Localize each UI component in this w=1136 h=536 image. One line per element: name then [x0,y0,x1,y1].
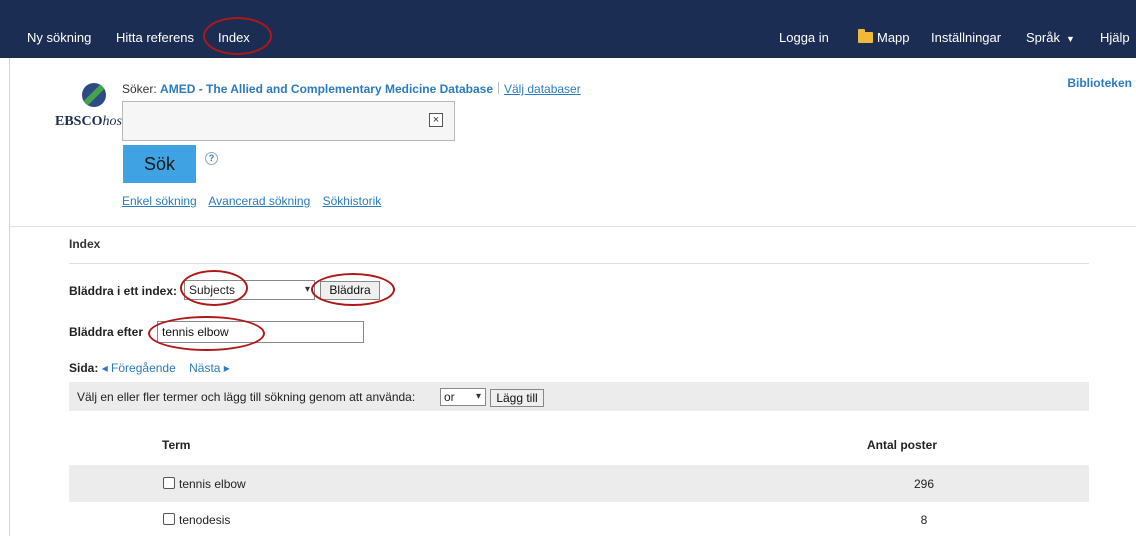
library-link[interactable]: Biblioteken [1067,76,1132,90]
caret-down-icon: ▼ [1065,34,1075,44]
folder-icon [858,29,873,43]
browse-index-label: Bläddra i ett index: [69,284,178,298]
search-button[interactable]: Sök [123,145,196,183]
database-name: AMED - The Allied and Complementary Medi… [160,82,493,96]
nav-index[interactable]: Index [218,30,250,45]
ebsco-logo-icon [82,83,106,107]
basic-search-link[interactable]: Enkel sökning [122,194,197,208]
operator-select[interactable]: or ▾ [440,388,486,406]
record-count-column-header: Antal poster [867,438,938,452]
nav-new-search[interactable]: Ny sökning [27,30,91,45]
record-count: 8 [920,513,928,527]
search-mode-links: Enkel sökning Avancerad sökning Sökhisto… [122,194,390,208]
nav-find-citation[interactable]: Hitta referens [116,30,194,45]
header-divider [10,226,1136,227]
top-navigation-bar: Ny sökning Hitta referens Index Logga in… [0,0,1136,58]
choose-databases-link[interactable]: Välj databaser [504,82,581,96]
left-border [9,58,10,536]
term-checkbox[interactable] [163,477,175,489]
term-checkbox[interactable] [163,513,175,525]
search-history-link[interactable]: Sökhistorik [323,194,382,208]
nav-folder[interactable]: Mapp [858,29,910,45]
nav-help[interactable]: Hjälp [1100,30,1130,45]
browse-button[interactable]: Bläddra [320,281,380,300]
term-column-header: Term [162,438,191,452]
ebsco-logo-text: EBSCOhost [55,114,126,129]
table-row: tennis elbow 296 [69,465,1089,502]
index-select[interactable]: Subjects ▾ [184,280,315,300]
nav-language[interactable]: Språk ▼ [1026,30,1075,45]
term-label[interactable]: tennis elbow [179,477,246,491]
searching-database-label: Söker: AMED - The Allied and Complementa… [122,82,581,96]
index-divider [69,263,1089,264]
add-terms-instruction: Välj en eller fler termer och lägg till … [77,390,416,404]
record-count: 296 [914,477,935,491]
nav-login[interactable]: Logga in [779,30,829,45]
browse-for-label: Bläddra efter [69,325,144,339]
help-icon[interactable]: ? [205,152,218,165]
term-label[interactable]: tenodesis [179,513,230,527]
pagination: Sida: ◂ Föregående Nästa ▸ [69,361,230,375]
add-to-search-button[interactable]: Lägg till [490,389,544,407]
previous-page-link[interactable]: ◂ Föregående [102,361,176,375]
next-page-link[interactable]: Nästa ▸ [189,361,230,375]
chevron-down-icon: ▾ [304,284,310,295]
advanced-search-link[interactable]: Avancerad sökning [208,194,310,208]
search-input[interactable] [122,101,455,141]
nav-settings[interactable]: Inställningar [931,30,1001,45]
clear-search-icon[interactable]: × [429,113,443,127]
table-row: tenodesis 8 [69,501,1089,536]
browse-for-input[interactable]: tennis elbow [157,321,364,343]
index-panel-title: Index [69,237,101,251]
chevron-down-icon: ▾ [475,391,481,402]
